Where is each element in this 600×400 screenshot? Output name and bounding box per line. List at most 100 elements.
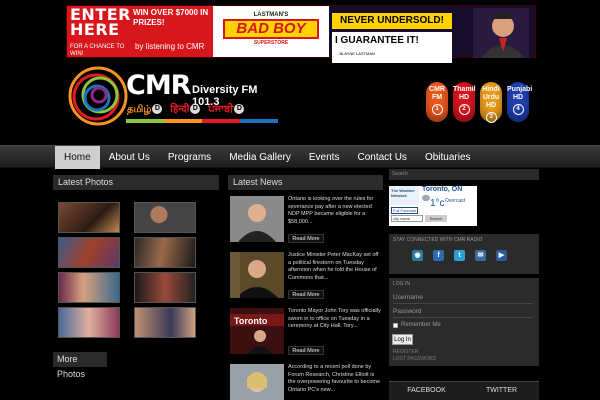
email-icon[interactable]: ✉: [475, 250, 486, 261]
news-item: Ontario is looking over the rules for se…: [230, 196, 382, 252]
tab-twitter[interactable]: TWITTER: [464, 381, 539, 400]
spokesperson-photo: [473, 8, 529, 58]
photo-thumbnail[interactable]: [134, 307, 196, 338]
site-logo[interactable]: CMR Diversity FM 101.3 தமிழ் D हिन्दी D ਪੰ…: [66, 64, 286, 134]
nav-events[interactable]: Events: [300, 146, 349, 169]
search-input[interactable]: Search: [389, 169, 539, 180]
station-thamil-hd-button[interactable]: Thamil HD 2: [453, 82, 476, 122]
latest-photos-heading: Latest Photos: [53, 175, 219, 190]
photo-thumbnail[interactable]: [134, 272, 196, 303]
win-prizes-text: WIN OVER $7000 IN PRIZES!: [133, 8, 209, 27]
login-panel: LOG IN Username Password Remember Me Log…: [389, 278, 539, 366]
weather-widget[interactable]: The Weather Network Toronto, ON 1°c Over…: [389, 186, 477, 226]
cmr-wordmark: CMR: [126, 70, 191, 101]
login-button[interactable]: Log In: [392, 334, 413, 345]
news-photo[interactable]: [230, 196, 284, 242]
station-number: 3: [485, 112, 497, 123]
tab-facebook[interactable]: FACEBOOK: [389, 381, 464, 400]
news-photo[interactable]: [230, 364, 284, 400]
social-tabs: FACEBOOK TWITTER: [389, 381, 539, 400]
read-more-button[interactable]: Read More: [288, 234, 324, 243]
photo-thumbnail[interactable]: [58, 307, 120, 338]
superstore-text: SUPERSTORE: [253, 40, 289, 46]
station-label: Punjabi HD: [507, 86, 533, 101]
listening-text: by listening to CMR: [135, 42, 205, 51]
photo-thumbnail[interactable]: [134, 237, 196, 268]
guarantee-ad[interactable]: NEVER UNDERSOLD! I GUARANTEE IT! - BLAYNE…: [329, 6, 535, 63]
hd-icon: D: [190, 104, 201, 115]
bad-boy-logo: BAD BOY: [223, 19, 319, 39]
username-field[interactable]: Username: [393, 294, 423, 301]
social-icons: ◉ f t ✉ ▶: [412, 250, 507, 261]
tamil-label: தமிழ் D: [124, 102, 165, 118]
nav-programs[interactable]: Programs: [159, 146, 220, 169]
nav-about-us[interactable]: About Us: [100, 146, 159, 169]
city-name-input[interactable]: city name: [391, 215, 423, 222]
photo-thumbnail[interactable]: [58, 237, 120, 268]
rss-icon[interactable]: ◉: [412, 250, 423, 261]
svg-text:Toronto: Toronto: [234, 316, 268, 326]
nav-contact-us[interactable]: Contact Us: [348, 146, 415, 169]
logo-color-bars: [126, 119, 278, 123]
color-bar: [164, 119, 202, 123]
password-underline: [393, 317, 533, 318]
color-bar: [126, 119, 164, 123]
main-nav: Home About Us Programs Media Gallery Eve…: [0, 145, 600, 169]
nav-home[interactable]: Home: [55, 146, 100, 169]
hd-icon: D: [152, 104, 163, 115]
tamil-text: தமிழ்: [127, 104, 152, 115]
chance-text: FOR A CHANCE TO WIN!: [70, 44, 125, 57]
color-bar: [202, 119, 240, 123]
news-photo[interactable]: [230, 252, 284, 298]
twitter-icon[interactable]: t: [454, 250, 465, 261]
cloud-icon: [422, 195, 430, 201]
station-cmr-fm-button[interactable]: CMR FM 1: [426, 82, 448, 122]
remember-me-label: Remember Me: [401, 322, 441, 328]
photo-thumbnail[interactable]: [58, 202, 120, 233]
lost-password-link[interactable]: LOST PASSWORD: [393, 356, 436, 362]
photo-thumbnail[interactable]: [134, 202, 196, 233]
stay-connected-heading: STAY CONNECTED WITH CMR RADIO: [393, 237, 483, 243]
bad-boy-ad[interactable]: LASTMAN'S BAD BOY SUPERSTORE: [213, 6, 329, 57]
photo-thumbnail[interactable]: [58, 272, 120, 303]
banner-ad[interactable]: ENTER HERE WIN OVER $7000 IN PRIZES! FOR…: [66, 5, 536, 63]
news-summary: According to a recent poll done by Forum…: [288, 364, 381, 393]
news-photo[interactable]: Toronto: [230, 308, 284, 354]
signature-text: - BLAYNE LASTMAN: [337, 51, 375, 56]
station-hindi-urdu-button[interactable]: Hindi Urdu HD 3: [480, 82, 502, 123]
register-link[interactable]: REGISTER: [393, 349, 419, 355]
hindi-label: हिन्दी D: [167, 102, 203, 118]
youtube-icon[interactable]: ▶: [496, 250, 507, 261]
more-photos-heading[interactable]: More Photos: [53, 352, 107, 379]
weather-network-logo: The Weather Network: [389, 186, 419, 205]
read-more-button[interactable]: Read More: [288, 290, 324, 299]
hd-icon: D: [234, 104, 245, 115]
photo-grid: [58, 202, 196, 338]
enter-here-text: ENTER HERE: [70, 6, 131, 39]
weather-temp: 1°c: [430, 198, 445, 209]
station-number: 4: [512, 104, 524, 115]
full-forecast-link[interactable]: Full Forecast: [391, 207, 419, 214]
news-summary: Ontario is looking over the rules for se…: [288, 196, 374, 225]
password-field[interactable]: Password: [393, 308, 422, 315]
read-more-button[interactable]: Read More: [288, 346, 324, 355]
facebook-icon[interactable]: f: [433, 250, 444, 261]
weather-search-button[interactable]: Search: [425, 215, 447, 222]
weather-condition: Overcast: [445, 198, 466, 204]
latest-news-heading: Latest News: [228, 175, 383, 190]
guarantee-text: I GUARANTEE IT!: [335, 35, 419, 46]
hindi-text: हिन्दी: [170, 104, 190, 115]
station-punjabi-hd-button[interactable]: Punjabi HD 4: [507, 82, 533, 122]
station-buttons: CMR FM 1 Thamil HD 2 Hindi Urdu HD 3 Punjab…: [426, 82, 533, 123]
lastmans-text: LASTMAN'S: [253, 12, 289, 18]
news-list: Ontario is looking over the rules for se…: [230, 196, 382, 400]
remember-me-checkbox[interactable]: [393, 323, 398, 328]
language-labels: தமிழ் D हिन्दी D ਪੰਜਾਬੀ D: [124, 102, 247, 118]
nav-obituaries[interactable]: Obituaries: [416, 146, 480, 169]
color-bar: [240, 119, 278, 123]
guarantee-quote: I GUARANTEE IT! - BLAYNE LASTMAN: [332, 32, 452, 63]
contest-ad[interactable]: ENTER HERE WIN OVER $7000 IN PRIZES! FOR…: [67, 6, 213, 57]
swirl-logo-icon: [68, 66, 128, 126]
station-label: Thamil HD: [453, 86, 476, 101]
nav-media-gallery[interactable]: Media Gallery: [220, 146, 300, 169]
